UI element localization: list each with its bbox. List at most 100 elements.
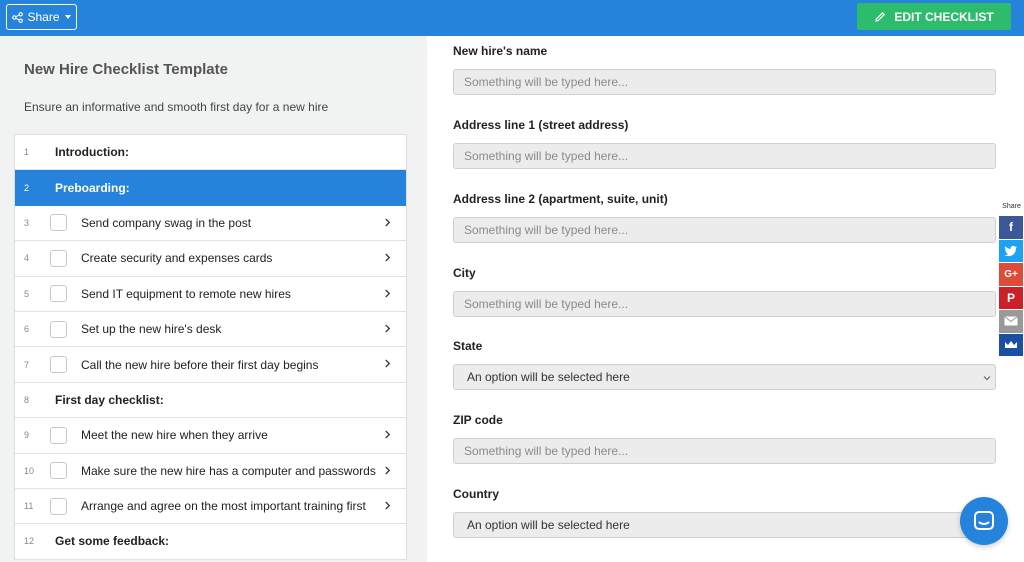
chevron-down-icon (983, 376, 991, 381)
item-number: 9 (24, 430, 30, 441)
social-share-bar: Share f G+ P (999, 203, 1024, 357)
input-placeholder: Something will be typed here... (464, 149, 629, 163)
item-label: Send IT equipment to remote new hires (81, 286, 291, 301)
text-input[interactable]: Something will be typed here... (453, 217, 996, 243)
chevron-right-icon[interactable] (383, 430, 392, 439)
share-button[interactable]: Share (6, 4, 77, 30)
item-number: 2 (24, 182, 30, 193)
checklist-task-row[interactable]: 11 Arrange and agree on the most importan… (15, 489, 406, 525)
item-label: Meet the new hire when they arrive (81, 428, 268, 443)
checklist-task-row[interactable]: 7 Call the new hire before their first da… (15, 347, 406, 383)
google-plus-share-button[interactable]: G+ (999, 263, 1023, 286)
item-number: 7 (24, 359, 30, 370)
field-label: New hire's name (453, 44, 548, 58)
checklist-section-row[interactable]: 1 Introduction: (15, 135, 406, 171)
crown-icon (1004, 340, 1018, 350)
checklist-items: 1 Introduction: 2 Preboarding: 3 Send company… (14, 134, 407, 560)
checklist-task-row[interactable]: 6 Set up the new hire's desk (15, 312, 406, 348)
chevron-right-icon[interactable] (383, 501, 392, 510)
form-field: Address line 1 (street address) Something… (453, 118, 996, 169)
checklist-section-row[interactable]: 12 Get some feedback: (15, 524, 406, 560)
social-share-label: Share (1002, 203, 1021, 210)
item-label: Make sure the new hire has a computer an… (81, 463, 376, 478)
select-placeholder: An option will be selected here (467, 370, 630, 384)
chat-button[interactable] (960, 497, 1008, 545)
form-field: State An option will be selected here (453, 339, 996, 390)
task-checkbox[interactable] (50, 320, 67, 338)
checklist-section-row[interactable]: 8 First day checklist: (15, 383, 406, 419)
field-label: ZIP code (453, 413, 503, 427)
pencil-icon (875, 11, 886, 22)
chat-icon (974, 511, 994, 530)
pinterest-share-button[interactable]: P (999, 286, 1023, 309)
task-checkbox[interactable] (50, 356, 67, 374)
checklist-panel: New Hire Checklist Template Ensure an in… (0, 36, 427, 562)
text-input[interactable]: Something will be typed here... (453, 291, 996, 317)
chevron-right-icon[interactable] (383, 218, 392, 227)
pinterest-icon: P (1006, 290, 1015, 305)
field-label: Address line 2 (apartment, suite, unit) (453, 192, 668, 206)
sumome-share-button[interactable] (999, 333, 1023, 356)
email-share-button[interactable] (999, 310, 1023, 333)
checklist-task-row[interactable]: 9 Meet the new hire when they arrive (15, 418, 406, 454)
checklist-task-row[interactable]: 10 Make sure the new hire has a computer … (15, 454, 406, 489)
item-label: Send company swag in the post (81, 215, 252, 230)
input-placeholder: Something will be typed here... (464, 297, 629, 311)
input-placeholder: Something will be typed here... (464, 444, 629, 458)
chevron-right-icon[interactable] (383, 465, 392, 475)
item-number: 3 (24, 217, 30, 228)
edit-checklist-label: EDIT CHECKLIST (894, 9, 994, 24)
share-icon (12, 11, 24, 23)
item-number: 12 (24, 536, 35, 547)
google-plus-icon: G+ (1004, 268, 1018, 280)
form-field: City Something will be typed here... (453, 266, 996, 317)
facebook-icon: f (1009, 220, 1013, 235)
item-number: 4 (24, 253, 30, 264)
task-checkbox[interactable] (50, 462, 67, 480)
checklist-task-row[interactable]: 5 Send IT equipment to remote new hires (15, 277, 406, 312)
select-field[interactable]: An option will be selected here (453, 364, 996, 390)
chevron-right-icon[interactable] (383, 253, 392, 262)
checklist-section-row[interactable]: 2 Preboarding: (15, 170, 406, 206)
top-bar: Share EDIT CHECKLIST (0, 0, 1024, 36)
checklist-task-row[interactable]: 3 Send company swag in the post (15, 206, 406, 242)
item-number: 1 (24, 147, 30, 158)
task-checkbox[interactable] (50, 249, 67, 267)
item-label: First day checklist: (55, 392, 164, 407)
input-placeholder: Something will be typed here... (464, 223, 629, 237)
item-label: Arrange and agree on the most important … (81, 499, 366, 514)
item-label: Create security and expenses cards (81, 251, 273, 266)
text-input[interactable]: Something will be typed here... (453, 143, 996, 169)
chevron-right-icon[interactable] (383, 289, 392, 298)
share-label: Share (27, 10, 60, 24)
checklist-task-row[interactable]: 4 Create security and expenses cards (15, 241, 406, 277)
task-checkbox[interactable] (50, 214, 67, 232)
twitter-share-button[interactable] (999, 239, 1023, 262)
select-field[interactable]: An option will be selected here (453, 512, 996, 538)
email-icon (1004, 316, 1018, 326)
task-checkbox[interactable] (50, 497, 67, 515)
field-label: City (453, 266, 476, 280)
select-placeholder: An option will be selected here (467, 518, 630, 532)
form-field: Country An option will be selected here (453, 487, 996, 538)
checklist-title: New Hire Checklist Template (24, 61, 228, 78)
chevron-right-icon[interactable] (383, 324, 392, 333)
facebook-share-button[interactable]: f (999, 216, 1023, 239)
item-label: Preboarding: (55, 180, 130, 195)
item-label: Get some feedback: (55, 534, 170, 549)
field-label: State (453, 339, 483, 353)
item-number: 11 (24, 501, 34, 512)
item-number: 6 (24, 324, 30, 335)
chevron-right-icon[interactable] (383, 359, 392, 368)
edit-checklist-button[interactable]: EDIT CHECKLIST (857, 3, 1011, 30)
field-label: Address line 1 (street address) (453, 118, 629, 132)
item-label: Call the new hire before their first day… (81, 357, 319, 372)
text-input[interactable]: Something will be typed here... (453, 69, 996, 95)
item-label: Set up the new hire's desk (81, 322, 222, 337)
item-label: Introduction: (55, 145, 129, 160)
item-number: 10 (24, 465, 35, 476)
task-checkbox[interactable] (50, 285, 67, 303)
task-checkbox[interactable] (50, 426, 67, 444)
caret-down-icon (64, 15, 71, 19)
text-input[interactable]: Something will be typed here... (453, 438, 996, 464)
